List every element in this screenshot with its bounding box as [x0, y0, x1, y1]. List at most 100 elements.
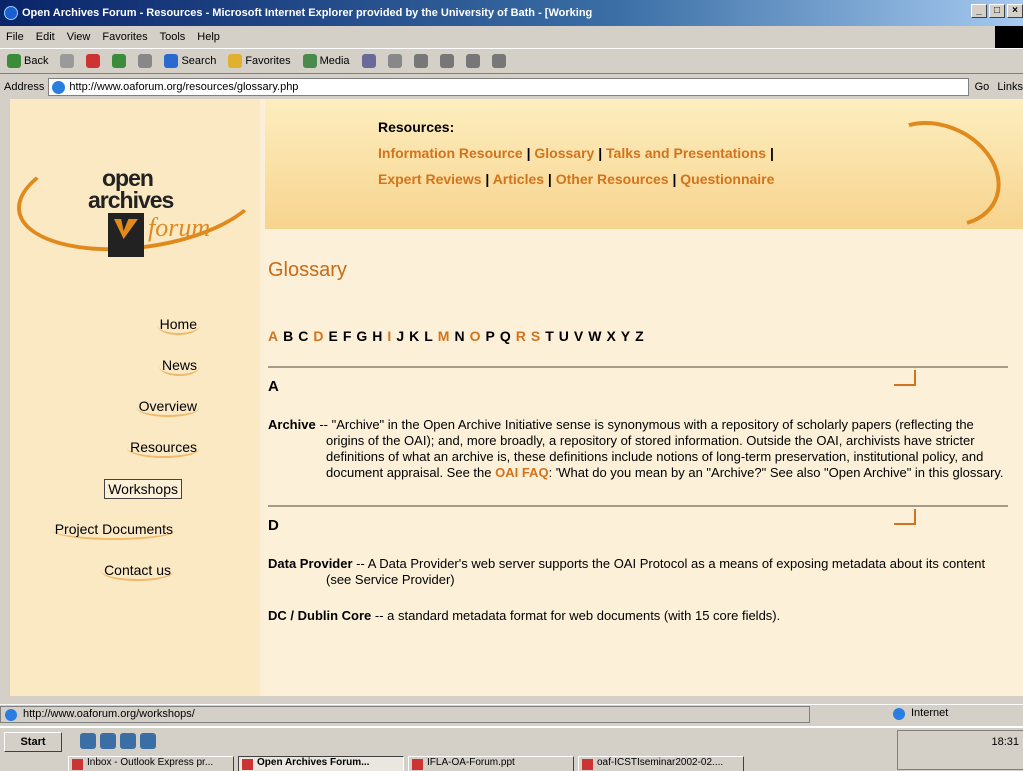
letter-link-o[interactable]: O	[470, 328, 482, 344]
entry-term: DC / Dublin Core	[268, 608, 372, 623]
nav-resources[interactable]: Resources	[127, 438, 200, 458]
letter-link-z: Z	[635, 328, 645, 344]
media-button[interactable]: Media	[300, 53, 353, 69]
clock: 18:31	[991, 736, 1019, 748]
print-icon	[413, 54, 428, 68]
ie-quicklaunch-icon[interactable]	[80, 733, 96, 749]
mail-button[interactable]	[385, 53, 405, 69]
nav-overview[interactable]: Overview	[135, 397, 200, 417]
messenger-button[interactable]	[489, 53, 509, 69]
media-label: Media	[319, 55, 350, 67]
menu-file[interactable]: File	[6, 31, 24, 43]
nav-home[interactable]: Home	[156, 315, 200, 335]
link-glossary[interactable]: Glossary	[534, 145, 594, 161]
link-talks-presentations[interactable]: Talks and Presentations	[606, 145, 766, 161]
page-icon	[52, 80, 66, 94]
resources-heading: Resources:	[378, 119, 455, 135]
search-label: Search	[181, 55, 217, 67]
resources-menu: Resources: Information Resource | Glossa…	[378, 119, 774, 197]
stop-button[interactable]	[83, 53, 103, 69]
link-articles[interactable]: Articles	[493, 171, 544, 187]
discuss-button[interactable]	[463, 53, 483, 69]
entry-tail: : 'What do you mean by an "Archive?" See…	[548, 465, 1004, 480]
back-button[interactable]: Back	[4, 53, 51, 69]
letter-link-y: Y	[620, 328, 632, 344]
refresh-button[interactable]	[109, 53, 129, 69]
glossary-entry: Archive -- "Archive" in the Open Archive…	[268, 417, 1008, 481]
nav-workshops[interactable]: Workshops	[104, 479, 182, 499]
page-title: Glossary	[268, 259, 347, 281]
entry-term: Data Provider	[268, 556, 353, 571]
media-quicklaunch-icon[interactable]	[140, 733, 156, 749]
letter-link-c: C	[298, 328, 310, 344]
home-button[interactable]	[135, 53, 155, 69]
letter-link-i[interactable]: I	[387, 328, 392, 344]
media-icon	[302, 54, 317, 68]
back-to-top-icon[interactable]	[894, 509, 916, 525]
edit-button[interactable]	[437, 53, 457, 69]
system-tray: 18:31	[897, 730, 1023, 770]
logo-forum-text: forum	[148, 213, 211, 242]
outlook-quicklaunch-icon[interactable]	[100, 733, 116, 749]
minimize-button[interactable]: _	[971, 4, 987, 18]
forward-button[interactable]	[57, 53, 77, 69]
letter-link-r[interactable]: R	[516, 328, 527, 344]
nav-contact-us[interactable]: Contact us	[101, 561, 174, 581]
link-information-resource[interactable]: Information Resource	[378, 145, 523, 161]
letter-link-x: X	[606, 328, 617, 344]
menu-bar: File Edit View Favorites Tools Help	[0, 26, 1023, 48]
letter-link-a[interactable]: A	[268, 328, 279, 344]
maximize-button[interactable]: □	[989, 4, 1005, 18]
menu-view[interactable]: View	[67, 31, 91, 43]
letter-link-e: E	[328, 328, 339, 344]
main-column: Glossary ABCDEFGHIJKLMNOPQRSTUVWXYZ A Ar…	[268, 259, 1008, 644]
menu-favorites[interactable]: Favorites	[102, 31, 147, 43]
section-d: D Data Provider -- A Data Provider's web…	[268, 505, 1008, 624]
toolbar: Back Search Favorites Media	[0, 48, 1023, 74]
close-button[interactable]: ×	[1007, 4, 1023, 18]
search-button[interactable]: Search	[161, 53, 219, 69]
address-input[interactable]: http://www.oaforum.org/resources/glossar…	[48, 78, 969, 96]
start-button[interactable]: Start	[4, 732, 62, 752]
link-questionnaire[interactable]: Questionnaire	[680, 171, 774, 187]
windows-logo-icon	[995, 26, 1023, 48]
entry-text: -- A Data Provider's web server supports…	[326, 556, 986, 587]
back-arrow-icon	[7, 54, 21, 68]
task-buttons: Inbox - Outlook Express pr... Open Archi…	[68, 756, 744, 771]
task-ppt-1[interactable]: IFLA-OA-Forum.ppt	[408, 756, 574, 771]
nav-project-documents[interactable]: Project Documents	[51, 520, 176, 540]
address-label: Address	[4, 81, 45, 93]
favorites-button[interactable]: Favorites	[225, 53, 293, 69]
desktop-quicklaunch-icon[interactable]	[120, 733, 136, 749]
links-button[interactable]: Links	[997, 81, 1023, 93]
back-to-top-icon[interactable]	[894, 370, 916, 386]
nav-news[interactable]: News	[158, 356, 200, 376]
site-logo[interactable]: open archives forum	[30, 129, 270, 257]
discuss-icon	[465, 54, 480, 68]
letter-link-m[interactable]: M	[438, 328, 451, 344]
oai-faq-link[interactable]: OAI FAQ	[495, 465, 548, 480]
link-other-resources[interactable]: Other Resources	[556, 171, 669, 187]
history-icon	[361, 54, 376, 68]
search-icon	[164, 54, 179, 68]
letter-link-f: F	[342, 328, 353, 344]
status-bar: http://www.oaforum.org/workshops/ Intern…	[0, 704, 1023, 724]
task-ie[interactable]: Open Archives Forum...	[238, 756, 404, 771]
print-button[interactable]	[411, 53, 431, 69]
letter-link-s[interactable]: S	[531, 328, 541, 344]
title-bar: Open Archives Forum - Resources - Micros…	[0, 0, 1023, 26]
menu-tools[interactable]: Tools	[160, 31, 186, 43]
link-expert-reviews[interactable]: Expert Reviews	[378, 171, 482, 187]
go-button[interactable]: Go	[975, 81, 990, 93]
task-outlook[interactable]: Inbox - Outlook Express pr...	[68, 756, 234, 771]
menu-help[interactable]: Help	[197, 31, 220, 43]
taskbar: Start Inbox - Outlook Express pr... Open…	[0, 726, 1023, 771]
task-ppt-2[interactable]: oaf-ICSTIseminar2002-02....	[578, 756, 744, 771]
zone-indicator: Internet	[893, 707, 948, 720]
letter-link-d[interactable]: D	[313, 328, 324, 344]
letter-link-v: V	[573, 328, 585, 344]
mail-icon	[387, 54, 402, 68]
history-button[interactable]	[359, 53, 379, 69]
menu-edit[interactable]: Edit	[36, 31, 55, 43]
letter-link-j: J	[396, 328, 406, 344]
